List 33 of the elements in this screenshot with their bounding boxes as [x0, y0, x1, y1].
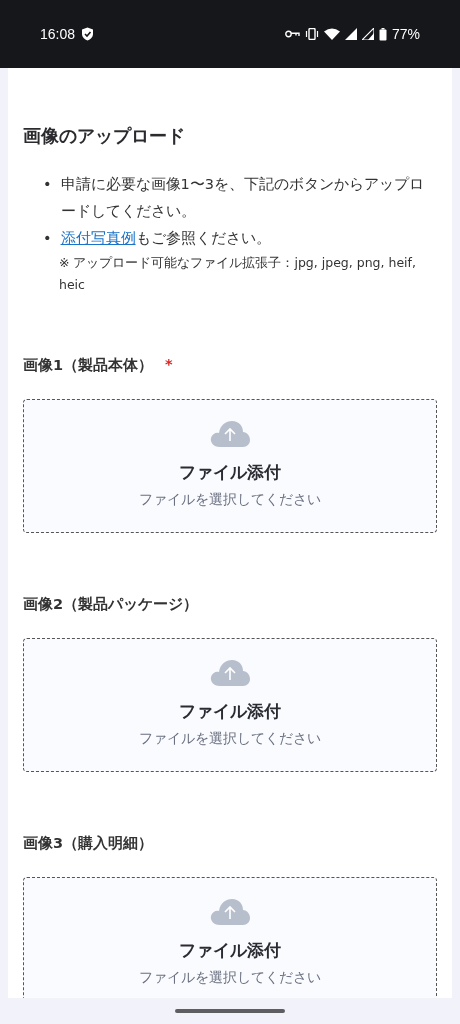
- status-time: 16:08: [40, 26, 76, 42]
- upload-cloud-icon: [210, 659, 250, 687]
- home-handle[interactable]: [175, 1009, 285, 1013]
- field-label: 画像1（製品本体）: [23, 356, 154, 375]
- field-label: 画像3（購入明細）: [23, 834, 154, 853]
- hint-text: ファイルを選択してください: [139, 969, 321, 987]
- file-drop-zone[interactable]: ファイル添付 ファイルを選択してください: [23, 399, 437, 533]
- file-drop-zone[interactable]: ファイル添付 ファイルを選択してください: [23, 877, 437, 998]
- file-drop-zone[interactable]: ファイル添付 ファイルを選択してください: [23, 638, 437, 772]
- note-text: ※ アップロード可能なファイル拡張子：jpg, jpeg, png, heif, heic: [59, 254, 417, 294]
- section-title: 画像のアップロード: [23, 124, 186, 148]
- example-photos-link[interactable]: 添付写真例: [60, 230, 136, 246]
- wifi-icon: [323, 28, 340, 40]
- bullet-mark: •: [43, 175, 52, 194]
- hint-text: ファイルを選択してください: [139, 491, 321, 509]
- shield-icon: [81, 27, 95, 41]
- bullet-mark: •: [43, 229, 52, 248]
- signal-icon: [344, 28, 357, 40]
- battery-icon: [378, 27, 387, 41]
- bullet-text: 添付写真例 もご参照ください。: [60, 229, 271, 248]
- battery-percent: 77%: [391, 26, 420, 42]
- key-icon: [284, 30, 300, 38]
- attach-file-text: ファイル添付: [179, 461, 281, 484]
- vibrate-icon: [304, 28, 319, 40]
- field-label: 画像2（製品パッケージ）: [23, 595, 199, 614]
- attach-file-text: ファイル添付: [179, 700, 281, 723]
- upload-cloud-icon: [210, 898, 250, 926]
- signal-icon: [361, 28, 374, 40]
- hint-text: ファイルを選択してください: [139, 730, 321, 748]
- required-mark: *: [165, 356, 173, 374]
- upload-cloud-icon: [210, 420, 250, 448]
- attach-file-text: ファイル添付: [179, 939, 281, 962]
- bullet-text: 申請に必要な画像1〜3を、下記のボタンからアップロードしてください。: [60, 175, 425, 221]
